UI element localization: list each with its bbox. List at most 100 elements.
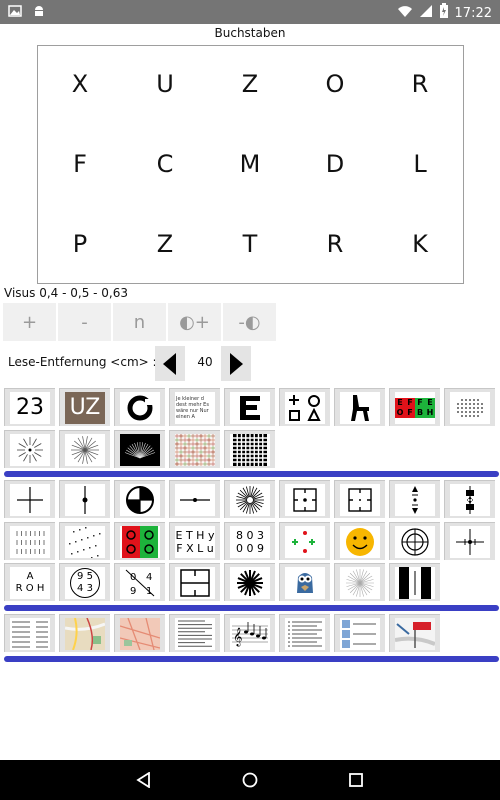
- tile-four-squares[interactable]: [169, 563, 220, 601]
- tile-owl[interactable]: [279, 563, 330, 601]
- tile-amsler-grid[interactable]: [224, 430, 275, 468]
- contrast-down-button[interactable]: -◐: [223, 303, 276, 341]
- visus-label: Visus 0,4 - 0,5 - 0,63: [4, 286, 129, 300]
- tile-landolt-ring[interactable]: [114, 388, 165, 426]
- tile-arrows-vertical[interactable]: [389, 480, 440, 518]
- page-title: Buchstaben: [214, 26, 286, 40]
- amsler-grid-icon: [230, 433, 270, 466]
- tile-cross[interactable]: [4, 480, 55, 518]
- chart-letter: R: [411, 70, 429, 98]
- reading-text-icon: Je kleiner d dest mehr Es wäre nur Nur e…: [175, 391, 215, 424]
- tile-dashed-lines[interactable]: [4, 522, 55, 560]
- letter-chart: X U Z O R F C M D L P Z T R K: [37, 45, 464, 284]
- signal-icon: [419, 4, 433, 22]
- tile-letters-uz[interactable]: UZ: [59, 388, 110, 426]
- distance-label: Lese-Entfernung <cm> :: [8, 355, 157, 369]
- tile-black-white-bars[interactable]: [389, 563, 440, 601]
- tile-target[interactable]: [389, 522, 440, 560]
- map-small-icon: [120, 617, 160, 650]
- tile-letters-ethy[interactable]: E T H yF X L u: [169, 522, 220, 560]
- digit-circle-icon: 9 54 3: [65, 566, 105, 599]
- tile-shapes[interactable]: [279, 388, 330, 426]
- contacts-icon: [340, 617, 380, 650]
- tile-digit-diagonal[interactable]: 0491: [114, 563, 165, 601]
- home-button[interactable]: [238, 768, 262, 792]
- tile-map-small[interactable]: [114, 614, 165, 652]
- tile-reading-text[interactable]: Je kleiner d dest mehr Es wäre nur Nur e…: [169, 388, 220, 426]
- recents-button[interactable]: [344, 768, 368, 792]
- section-divider: [4, 605, 499, 611]
- tile-asterisk[interactable]: [224, 563, 275, 601]
- tile-dots-color[interactable]: [279, 522, 330, 560]
- android-icon: [32, 3, 46, 22]
- music-notes-icon: 𝄞: [230, 617, 270, 650]
- tile-table-text[interactable]: [4, 614, 55, 652]
- chart-letter: X: [71, 70, 89, 98]
- letters-aroh-icon: AR O H: [10, 566, 50, 599]
- tile-cross-circle[interactable]: [114, 480, 165, 518]
- back-button[interactable]: [132, 768, 156, 792]
- decrease-button[interactable]: -: [58, 303, 111, 341]
- svg-text:𝄞: 𝄞: [233, 627, 242, 647]
- svg-text:4: 4: [146, 572, 152, 583]
- home-icon: [242, 772, 258, 788]
- tile-newspaper[interactable]: [169, 614, 220, 652]
- tile-dot-grid[interactable]: [444, 388, 495, 426]
- tile-digits[interactable]: 8 0 30 0 9: [224, 522, 275, 560]
- tile-red-green-letters[interactable]: EFFEOFBH: [389, 388, 440, 426]
- tile-starburst-lines[interactable]: [59, 430, 110, 468]
- tile-letters-aroh[interactable]: AR O H: [4, 563, 55, 601]
- dots-color-icon: [285, 525, 325, 558]
- landolt-ring-icon: [120, 391, 160, 424]
- asterisk-icon: [230, 566, 270, 599]
- tile-vertical-line[interactable]: [59, 480, 110, 518]
- tile-numbers[interactable]: 23: [4, 388, 55, 426]
- signpost-icon: [395, 617, 435, 650]
- chart-letter: Z: [241, 70, 259, 98]
- thin-star-icon: [340, 566, 380, 599]
- newspaper-icon: [175, 617, 215, 650]
- tile-map[interactable]: [59, 614, 110, 652]
- tile-radial-lines[interactable]: [224, 480, 275, 518]
- smiley-icon: [340, 525, 380, 558]
- square-dot-icon: [285, 483, 325, 516]
- red-green-letters-icon: EFFEOFBH: [395, 391, 435, 424]
- tile-music-notes[interactable]: 𝄞: [224, 614, 275, 652]
- black-white-bars-icon: [395, 566, 435, 599]
- tile-noise[interactable]: [59, 522, 110, 560]
- increase-button[interactable]: +: [3, 303, 56, 341]
- chart-letter: T: [242, 230, 258, 258]
- contrast-up-button[interactable]: ◐+: [168, 303, 221, 341]
- dot-grid-icon: [450, 391, 490, 424]
- distance-decrease-button[interactable]: [155, 346, 185, 381]
- cross-icon: [10, 483, 50, 516]
- shapes-icon: [285, 391, 325, 424]
- n-button[interactable]: n: [113, 303, 166, 341]
- svg-text:0: 0: [130, 572, 136, 583]
- tile-contacts[interactable]: [334, 614, 385, 652]
- tile-digit-circle[interactable]: 9 54 3: [59, 563, 110, 601]
- chart-letter: R: [326, 230, 344, 258]
- tile-tumbling-e[interactable]: [224, 388, 275, 426]
- tile-red-green-circles[interactable]: [114, 522, 165, 560]
- tile-square-brackets[interactable]: [334, 480, 385, 518]
- tile-smiley[interactable]: [334, 522, 385, 560]
- tile-starburst-dots[interactable]: [4, 430, 55, 468]
- chart-letter: F: [73, 150, 87, 178]
- chart-letter: L: [413, 150, 427, 178]
- tile-signpost[interactable]: [389, 614, 440, 652]
- tile-square-dot[interactable]: [279, 480, 330, 518]
- tile-bar-arrows[interactable]: [444, 480, 495, 518]
- tile-bullet-text[interactable]: [279, 614, 330, 652]
- tile-dark-fan[interactable]: [114, 430, 165, 468]
- color-plate-icon: [175, 433, 215, 466]
- tile-color-plate[interactable]: [169, 430, 220, 468]
- tile-fixation-cross[interactable]: [444, 522, 495, 560]
- tile-thin-star[interactable]: [334, 563, 385, 601]
- tile-chair[interactable]: [334, 388, 385, 426]
- chart-letter: D: [325, 150, 345, 178]
- distance-increase-button[interactable]: [221, 346, 251, 381]
- tile-horizontal-line[interactable]: [169, 480, 220, 518]
- section-divider: [4, 656, 499, 662]
- distance-value: 40: [197, 355, 213, 369]
